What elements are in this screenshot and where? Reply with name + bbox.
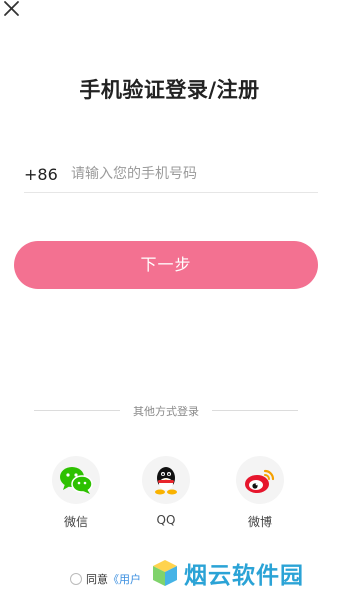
close-icon xyxy=(4,1,19,16)
country-code[interactable]: +86 xyxy=(24,165,58,184)
close-button[interactable] xyxy=(2,0,22,20)
watermark: 烟云软件园 xyxy=(150,556,304,590)
next-step-button[interactable]: 下一步 xyxy=(14,241,318,289)
other-login-label: 其他方式登录 xyxy=(133,405,199,418)
divider-line-left xyxy=(34,410,120,411)
page-title: 手机验证登录/注册 xyxy=(79,78,260,102)
qq-label: QQ xyxy=(156,513,176,527)
watermark-text: 烟云软件园 xyxy=(184,563,304,589)
wechat-icon xyxy=(60,467,93,494)
weibo-icon-container xyxy=(236,456,284,504)
weibo-label: 微博 xyxy=(247,515,272,529)
login-screen: 手机验证登录/注册 +86 下一步 其他方式登录 微信 xyxy=(0,0,339,600)
divider-line-right xyxy=(212,410,298,411)
agreement-row: 同意 《用户 xyxy=(70,571,141,587)
cube-logo-icon xyxy=(153,560,177,586)
wechat-label: 微信 xyxy=(63,515,88,529)
weibo-icon xyxy=(245,469,275,493)
weibo-login-button[interactable]: 微博 xyxy=(230,456,290,530)
phone-number-input[interactable] xyxy=(71,161,311,187)
qq-icon xyxy=(155,467,177,495)
qq-login-button[interactable]: QQ xyxy=(136,456,196,527)
wechat-icon-container xyxy=(52,456,100,504)
phone-input-row: +86 xyxy=(24,158,318,193)
agreement-checkbox[interactable] xyxy=(70,573,82,585)
wechat-login-button[interactable]: 微信 xyxy=(46,456,106,530)
agreement-prefix: 同意 xyxy=(86,573,108,586)
qq-icon-container xyxy=(142,456,190,504)
user-agreement-link[interactable]: 《用户 xyxy=(108,571,141,587)
